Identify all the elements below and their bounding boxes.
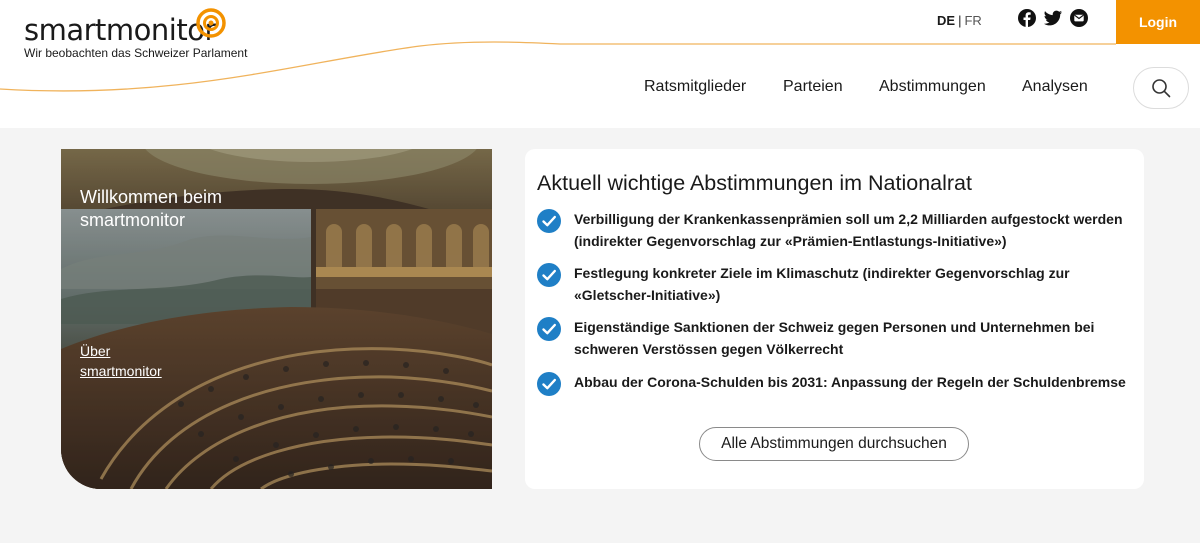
vote-item-text: Verbilligung der Krankenkassenprämien so…: [574, 211, 1123, 249]
search-button[interactable]: [1133, 67, 1189, 109]
magnifier-eye-logo-icon: [196, 8, 226, 38]
brand-name: smartmonitor: [24, 13, 216, 47]
mail-link[interactable]: [1070, 9, 1088, 27]
check-circle-icon: [537, 372, 561, 396]
vote-item-text: Festlegung konkreter Ziele im Klimaschut…: [574, 265, 1070, 303]
vote-item-text: Eigenständige Sanktionen der Schweiz geg…: [574, 319, 1095, 357]
nav-item-abstimmungen[interactable]: Abstimmungen: [879, 78, 986, 96]
brand-tagline: Wir beobachten das Schweizer Parlament: [24, 46, 248, 60]
search-icon: [1152, 79, 1171, 98]
hero-title: Willkommen beim smartmonitor: [80, 187, 223, 230]
vote-item-text: Abbau der Corona-Schulden bis 2031: Anpa…: [574, 374, 1126, 390]
social-links: [1018, 9, 1088, 27]
check-circle-icon: [537, 263, 561, 287]
language-switcher: DE | FR: [937, 13, 982, 28]
nav-item-ratsmitglieder[interactable]: Ratsmitglieder: [644, 78, 746, 96]
check-circle-icon: [537, 317, 561, 341]
votes-panel: Aktuell wichtige Abstimmungen im Nationa…: [525, 149, 1144, 489]
nav-item-parteien[interactable]: Parteien: [783, 78, 843, 96]
check-circle-icon: [537, 209, 561, 233]
hero-card: Willkommen beim smartmonitor Über smartm…: [61, 149, 492, 489]
facebook-icon: [1018, 9, 1036, 27]
nav-item-analysen[interactable]: Analysen: [1022, 78, 1088, 96]
about-link[interactable]: Über smartmonitor: [80, 341, 190, 381]
site-header: smartmonitor Wir beobachten das Schweize…: [0, 0, 1200, 128]
votes-panel-title: Aktuell wichtige Abstimmungen im Nationa…: [537, 171, 972, 195]
login-button[interactable]: Login: [1116, 0, 1200, 44]
mail-icon: [1070, 9, 1088, 27]
twitter-link[interactable]: [1044, 9, 1062, 27]
lang-fr[interactable]: FR: [964, 13, 981, 28]
facebook-link[interactable]: [1018, 9, 1036, 27]
twitter-icon: [1044, 10, 1062, 26]
lang-de[interactable]: DE: [937, 13, 955, 28]
lang-separator: |: [958, 13, 962, 28]
search-all-votes-button[interactable]: Alle Abstimmungen durchsuchen: [699, 427, 969, 461]
